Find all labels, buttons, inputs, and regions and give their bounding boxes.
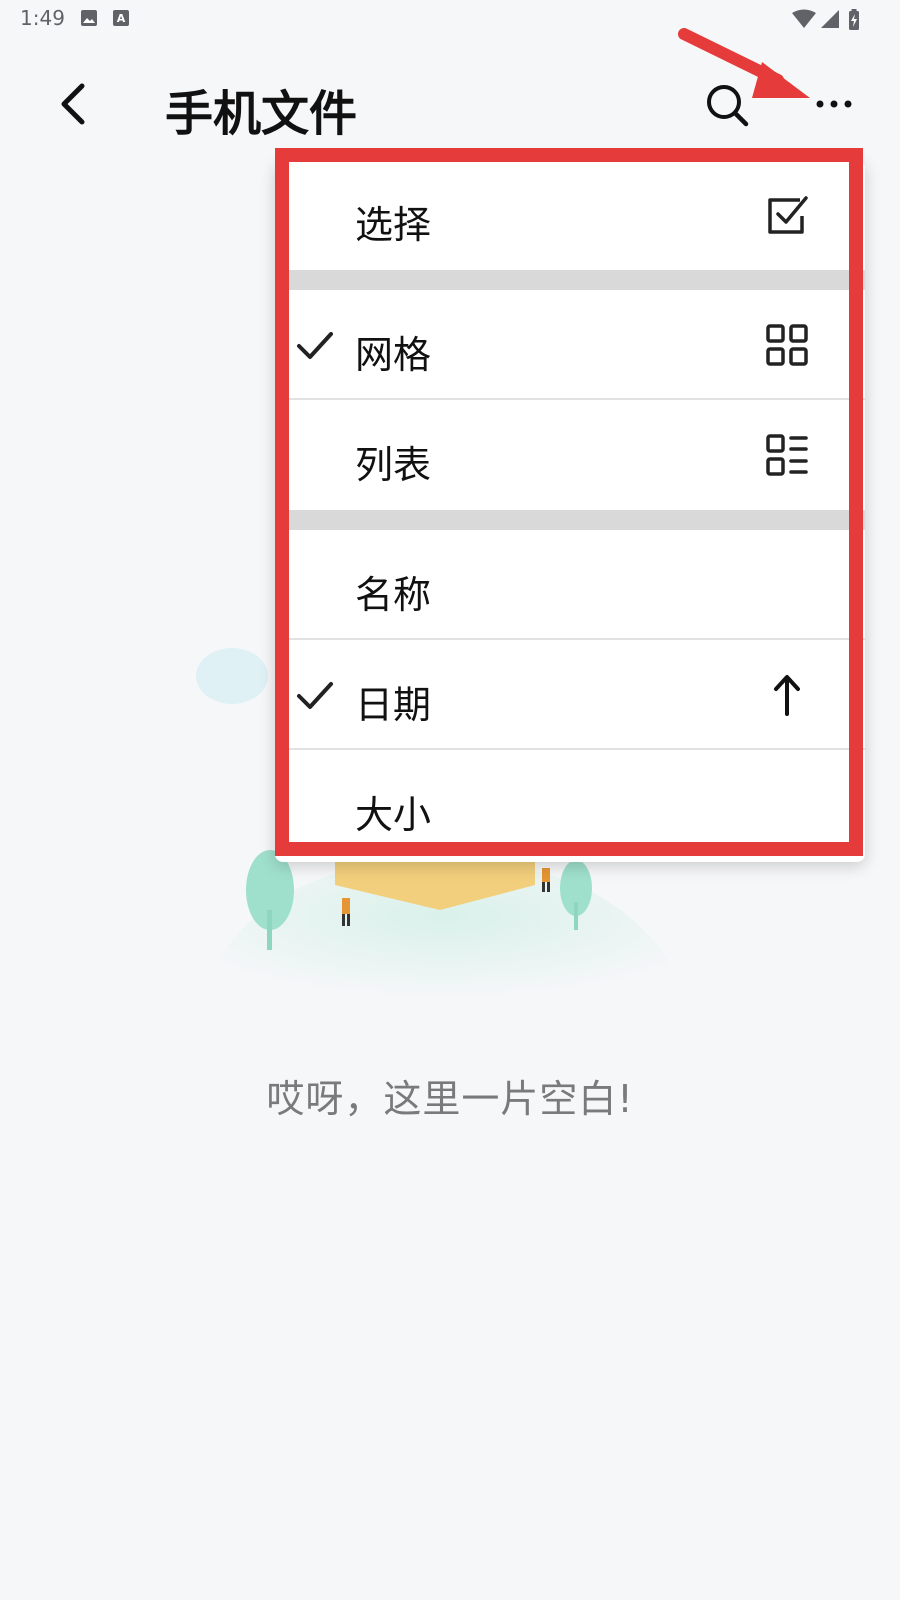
arrow-up-icon [774, 675, 800, 716]
status-time: 1:49 [20, 6, 65, 30]
menu-item-label: 列表 [355, 443, 432, 487]
list-icon [766, 434, 808, 476]
menu-item-select[interactable]: 选择 [275, 160, 865, 270]
page-title: 手机文件 [165, 86, 358, 142]
menu-item-label: 日期 [355, 683, 432, 727]
menu-item-size[interactable]: 大小 [275, 750, 865, 860]
menu-item-label: 名称 [355, 573, 432, 617]
battery-icon [849, 9, 859, 30]
back-icon[interactable] [48, 76, 104, 132]
menu-item-label: 大小 [355, 793, 432, 837]
menu-separator [275, 270, 865, 290]
menu-item-date[interactable]: 日期 [275, 640, 865, 750]
menu-item-label: 网格 [355, 333, 432, 377]
grid-icon [766, 324, 808, 366]
more-icon[interactable] [810, 84, 866, 124]
menu-item-name[interactable]: 名称 [275, 530, 865, 640]
select-checkbox-icon [768, 196, 808, 234]
menu-item-label: 选择 [355, 203, 432, 247]
red-arrow-icon [678, 28, 810, 98]
svg-text:A: A [117, 12, 126, 25]
menu-separator [275, 510, 865, 530]
empty-state-text: 哎呀，这里一片空白! [266, 1077, 634, 1121]
checkmark-icon [297, 682, 333, 709]
menu-item-grid[interactable]: 网格 [275, 290, 865, 400]
image-icon [81, 10, 97, 26]
checkmark-icon [297, 332, 333, 359]
a-icon: A [113, 10, 129, 26]
overflow-menu: 选择 网格 列表 名称 日期 大小 [275, 160, 865, 862]
menu-item-list[interactable]: 列表 [275, 400, 865, 510]
signal-icon [821, 10, 839, 28]
